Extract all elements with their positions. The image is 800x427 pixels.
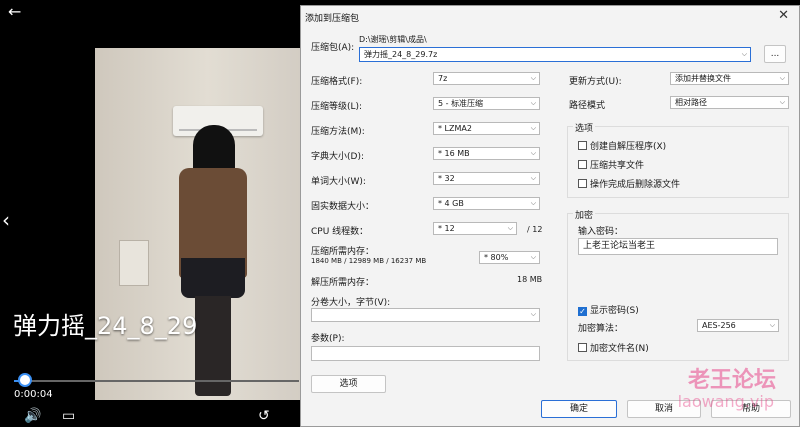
video-frame[interactable] [95, 48, 300, 400]
dialog-title: 添加到压缩包 [305, 14, 360, 24]
decompress-memory-label: 解压所需内存： [311, 278, 375, 288]
dictionary-select[interactable]: * 16 MB ⌵ [433, 147, 540, 160]
memory-detail: 1840 MB / 12989 MB / 16237 MB [311, 257, 427, 265]
cpu-threads-label: CPU 线程数： [311, 227, 369, 237]
checkbox-icon [578, 160, 587, 169]
chevron-down-icon: ⌵ [779, 98, 785, 106]
chevron-down-icon: ⌵ [779, 74, 785, 82]
level-label: 压缩等级(L): [311, 102, 363, 112]
path-mode-select[interactable]: 相对路径 ⌵ [670, 96, 789, 109]
solid-size-label: 固实数据大小： [311, 202, 375, 212]
video-title: 弹力摇_24_8_29 [13, 312, 198, 340]
delete-source-checkbox[interactable]: 操作完成后删除源文件 [578, 177, 680, 190]
chevron-down-icon: ⌵ [530, 310, 536, 318]
word-size-select[interactable]: * 32 ⌵ [433, 172, 540, 185]
update-mode-select[interactable]: 添加并替换文件 ⌵ [670, 72, 789, 85]
sfx-checkbox[interactable]: 创建自解压程序(X) [578, 139, 666, 152]
shared-files-checkbox[interactable]: 压缩共享文件 [578, 158, 644, 171]
chevron-down-icon: ⌵ [530, 199, 536, 207]
checkmark-icon: ✓ [578, 307, 587, 316]
subtitle-icon[interactable]: ▭ [62, 408, 75, 424]
close-icon[interactable]: ✕ [778, 8, 789, 23]
update-mode-label: 更新方式(U): [569, 77, 622, 87]
word-size-label: 单词大小(W): [311, 177, 366, 187]
archive-name-value: 弹力摇_24_8_29.7z [364, 50, 438, 59]
chevron-down-icon[interactable]: ⌵ [742, 48, 747, 61]
chevron-down-icon: ⌵ [769, 321, 775, 329]
parameters-label: 参数(P): [311, 334, 345, 344]
video-player: ← ‹ 弹力摇_24_8_29 0:00:04 🔊 ▭ ↺ [0, 0, 300, 427]
checkbox-icon [578, 179, 587, 188]
cpu-threads-select[interactable]: * 12 ⌵ [433, 222, 517, 235]
memory-label: 压缩所需内存： [311, 247, 375, 257]
split-size-select[interactable]: ⌵ [311, 308, 540, 322]
options-button[interactable]: 选项 [311, 375, 386, 393]
chevron-down-icon: ⌵ [530, 253, 536, 261]
level-select[interactable]: 5 - 标准压缩 ⌵ [433, 97, 540, 110]
encryption-method-select[interactable]: AES-256 ⌵ [697, 319, 779, 332]
chevron-down-icon: ⌵ [530, 124, 536, 132]
encrypt-names-checkbox[interactable]: 加密文件名(N) [578, 341, 649, 354]
chevron-down-icon: ⌵ [530, 174, 536, 182]
wall-poster [119, 240, 149, 286]
watermark-url: laowang.vip [677, 392, 774, 411]
options-group-title: 选项 [573, 121, 596, 134]
current-time: 0:00:04 [14, 389, 53, 400]
ok-button[interactable]: 确定 [541, 400, 617, 418]
checkbox-icon [578, 141, 587, 150]
dictionary-label: 字典大小(D): [311, 152, 364, 162]
browse-button[interactable]: ... [764, 45, 786, 63]
volume-icon[interactable]: 🔊 [24, 408, 41, 424]
password-input[interactable]: 上老王论坛当老王 [578, 238, 778, 255]
decompress-memory-value: 18 MB [517, 275, 543, 284]
rewind-icon[interactable]: ↺ [258, 408, 270, 424]
parameters-input[interactable] [311, 346, 540, 361]
back-arrow-icon[interactable]: ← [8, 2, 21, 21]
solid-size-select[interactable]: * 4 GB ⌵ [433, 197, 540, 210]
memory-percent-select[interactable]: * 80% ⌵ [479, 251, 540, 264]
encryption-group-title: 加密 [573, 208, 596, 221]
progress-bar[interactable] [14, 373, 299, 387]
progress-knob[interactable] [18, 373, 33, 387]
password-label: 输入密码： [578, 227, 624, 237]
archive-label: 压缩包(A): [311, 43, 355, 53]
path-mode-label: 路径模式 [569, 101, 606, 111]
chevron-down-icon: ⌵ [530, 149, 536, 157]
method-select[interactable]: * LZMA2 ⌵ [433, 122, 540, 135]
format-select[interactable]: 7z ⌵ [433, 72, 540, 85]
cpu-threads-total: / 12 [527, 225, 543, 234]
checkbox-icon [578, 343, 587, 352]
archive-path: D:\谢瑶\剪辑\成品\ [359, 35, 427, 44]
person-skirt [181, 258, 245, 298]
chevron-down-icon: ⌵ [507, 224, 513, 232]
method-label: 压缩方法(M): [311, 127, 365, 137]
format-label: 压缩格式(F): [311, 77, 363, 87]
show-password-checkbox[interactable]: ✓ 显示密码(S) [578, 303, 639, 316]
encryption-method-label: 加密算法： [578, 324, 624, 334]
watermark-title: 老王论坛 [687, 368, 776, 393]
split-size-label: 分卷大小，字节(V): [311, 298, 391, 308]
archive-name-input[interactable]: 弹力摇_24_8_29.7z ⌵ [359, 47, 751, 62]
previous-icon[interactable]: ‹ [2, 208, 10, 232]
chevron-down-icon: ⌵ [530, 99, 536, 107]
chevron-down-icon: ⌵ [530, 74, 536, 82]
